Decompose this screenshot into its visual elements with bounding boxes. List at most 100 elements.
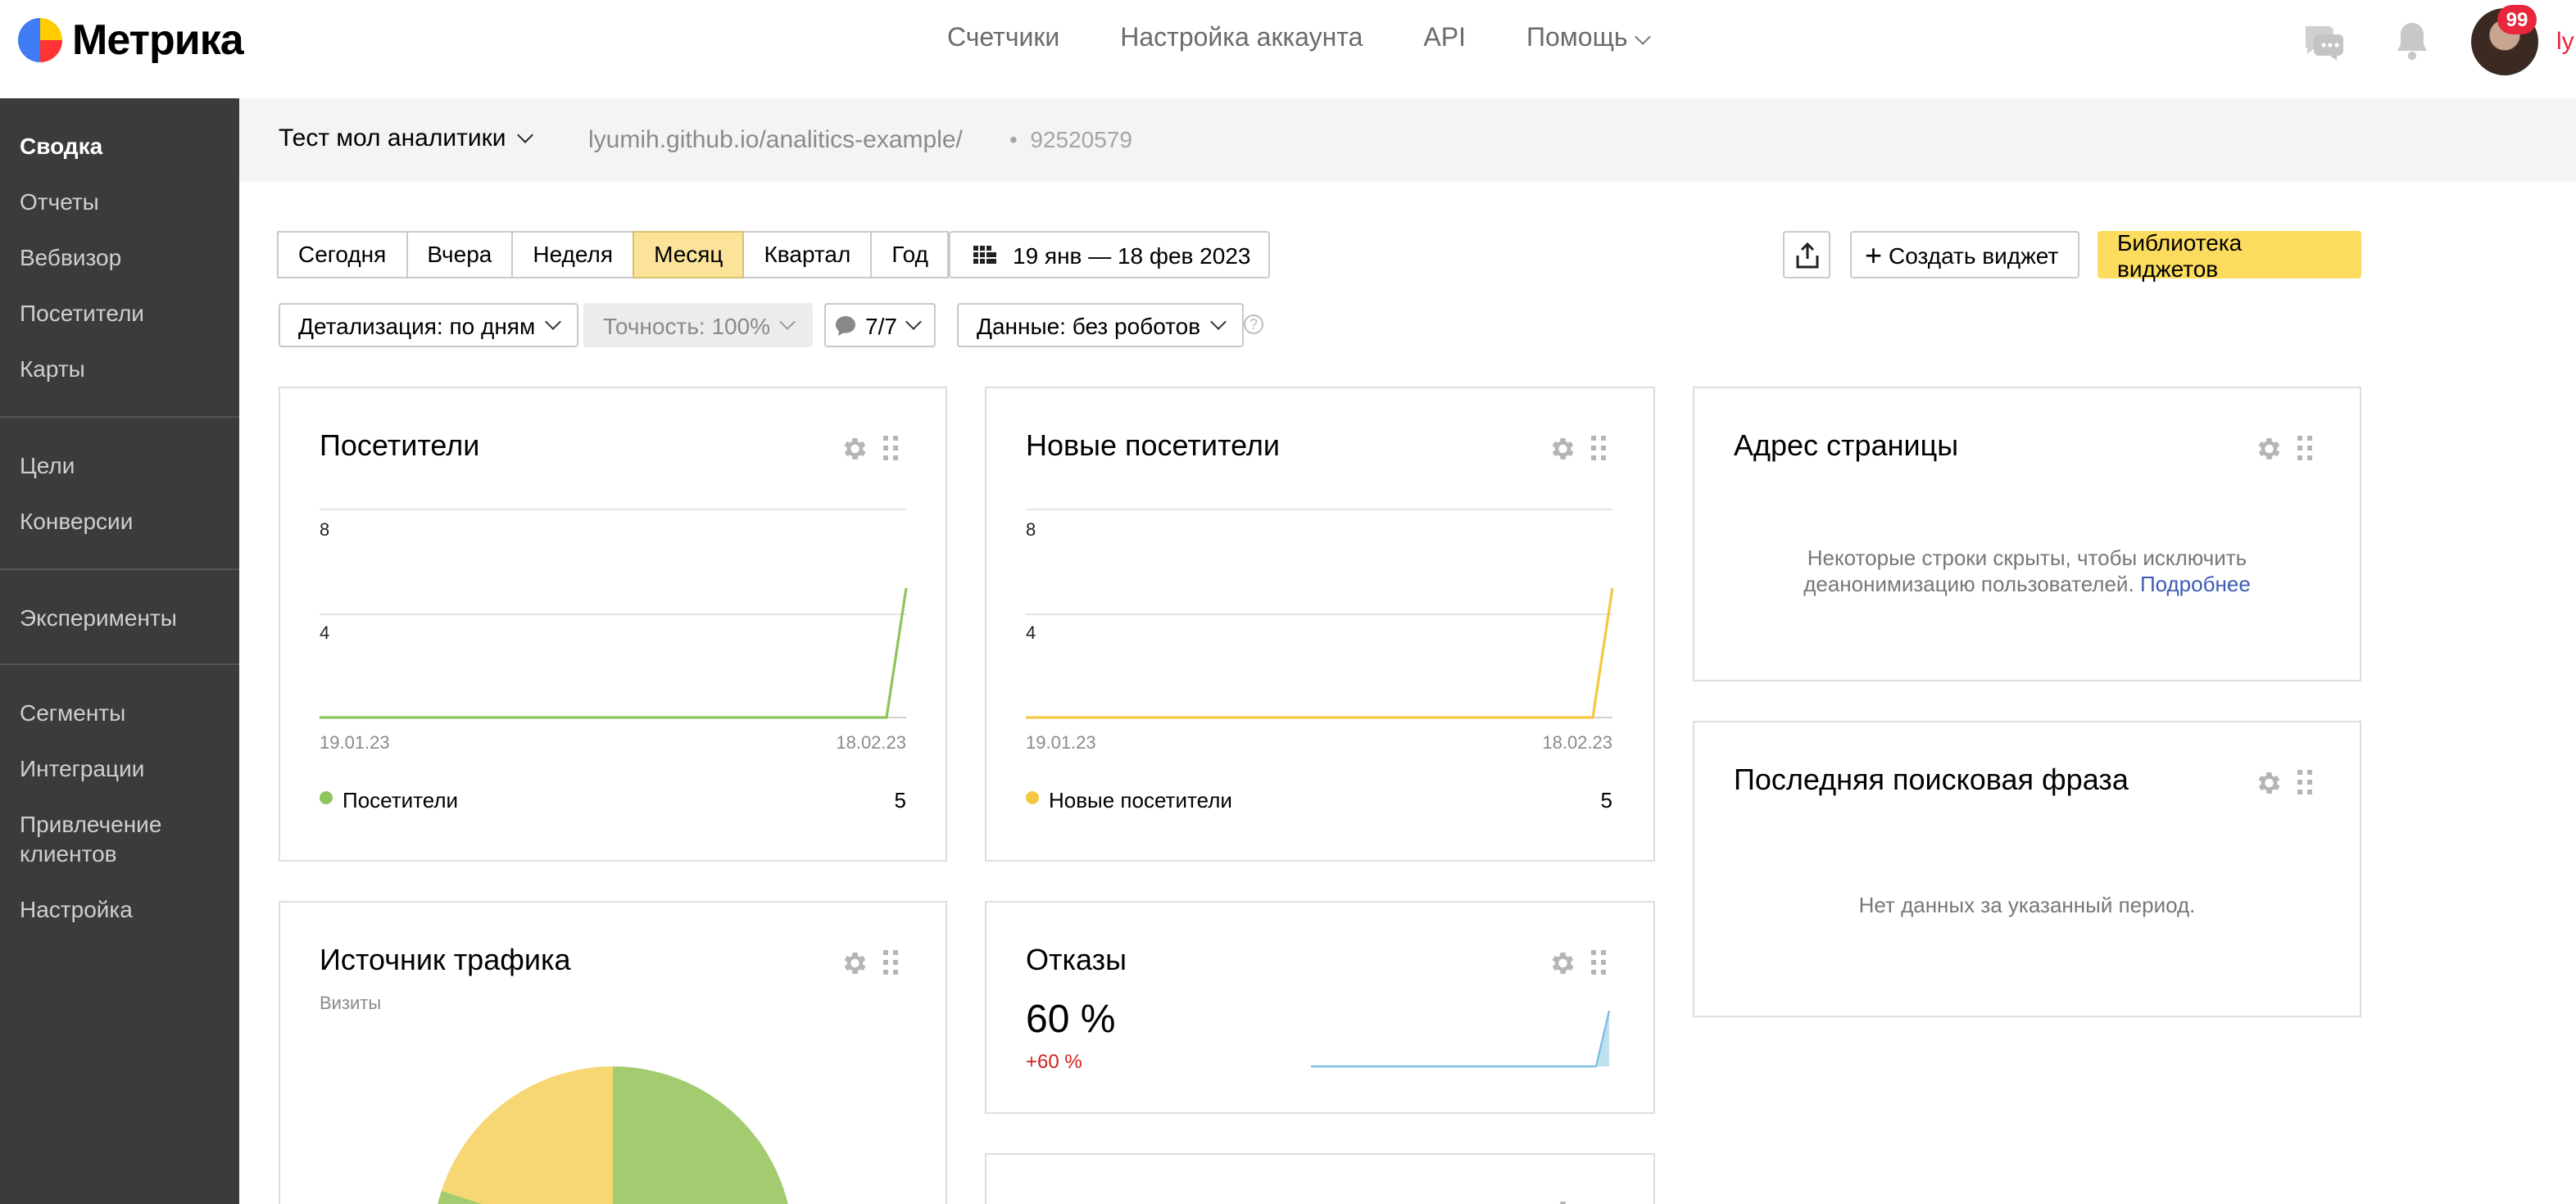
pie-slice-green[interactable] bbox=[613, 1066, 793, 1204]
segments-dropdown[interactable]: 7/7 bbox=[824, 303, 937, 347]
widget-tools bbox=[2253, 768, 2314, 798]
nav-counters[interactable]: Счетчики bbox=[947, 25, 1059, 54]
sidebar-item-segments[interactable]: Сегменты bbox=[20, 698, 233, 727]
sidebar-item-maps[interactable]: Карты bbox=[20, 354, 233, 383]
help-icon[interactable]: ? bbox=[1244, 315, 1263, 334]
chevron-down-icon bbox=[1635, 28, 1652, 44]
period-today[interactable]: Сегодня bbox=[277, 231, 408, 278]
bounce-delta: +60 % bbox=[1026, 1050, 1082, 1073]
top-nav: Счетчики Настройка аккаунта API Помощь bbox=[947, 25, 1710, 54]
drag-handle-icon[interactable] bbox=[1591, 436, 1608, 462]
logo-text: Метрика bbox=[72, 14, 244, 63]
privacy-note-line1: Некоторые строки скрыты, чтобы исключить bbox=[1807, 545, 2247, 570]
accuracy-dropdown[interactable]: Точность: 100% bbox=[583, 303, 814, 347]
gear-icon[interactable] bbox=[839, 434, 868, 464]
legend-label: Посетители bbox=[342, 788, 459, 812]
data-filter-dropdown[interactable]: Данные: без роботов bbox=[957, 303, 1244, 347]
sidebar: Сводка Отчеты Вебвизор Посетители Карты … bbox=[0, 98, 239, 1204]
legend-label: Новые посетители bbox=[1049, 788, 1232, 812]
x-tick-label: 19.01.23 bbox=[1026, 732, 1096, 753]
sidebar-item-client-acquisition[interactable]: Привлечение клиентов bbox=[20, 809, 200, 868]
date-range-picker[interactable]: 19 янв — 18 фев 2023 bbox=[949, 231, 1271, 278]
export-button[interactable] bbox=[1783, 231, 1830, 278]
detail-label: Детализация: по дням bbox=[298, 312, 536, 338]
comment-icon bbox=[836, 315, 855, 335]
gear-icon[interactable] bbox=[2253, 434, 2283, 464]
nav-account-settings[interactable]: Настройка аккаунта bbox=[1120, 25, 1363, 54]
detail-dropdown[interactable]: Детализация: по дням bbox=[279, 303, 578, 347]
legend-dot bbox=[1026, 791, 1039, 804]
period-month[interactable]: Месяц bbox=[633, 231, 745, 278]
sidebar-divider bbox=[0, 416, 239, 418]
sidebar-item-settings[interactable]: Настройка bbox=[20, 894, 233, 924]
legend-item[interactable]: Новые посетители 5 bbox=[1026, 788, 1612, 812]
pie-slice-yellow[interactable] bbox=[441, 1066, 613, 1204]
widget-new-visitors: Новые посетители 8 4 19.01.23 18.02.23 Н… bbox=[985, 387, 1655, 862]
accuracy-label: Точность: 100% bbox=[603, 312, 771, 338]
x-tick-label: 18.02.23 bbox=[1542, 732, 1612, 753]
counter-url[interactable]: lyumih.github.io/analitics-example/ bbox=[588, 126, 963, 154]
gear-icon[interactable] bbox=[1547, 1197, 1576, 1204]
widget-title[interactable]: Посетители bbox=[320, 429, 479, 464]
visitors-series-line bbox=[320, 587, 908, 719]
user-login-cut[interactable]: ly bbox=[2556, 28, 2574, 56]
visitors-chart[interactable]: 8 4 19.01.23 18.02.23 bbox=[320, 503, 909, 765]
widget-library-button[interactable]: Библиотека виджетов bbox=[2098, 229, 2361, 281]
legend-item[interactable]: Посетители 5 bbox=[320, 788, 906, 812]
plus-icon: + bbox=[1865, 238, 1883, 271]
sparkline-line bbox=[1311, 1010, 1611, 1068]
more-info-link[interactable]: Подробнее bbox=[2140, 572, 2251, 596]
bounce-value: 60 % bbox=[1026, 998, 1116, 1042]
metrika-logo[interactable]: Метрика bbox=[18, 14, 244, 63]
chevron-down-icon bbox=[779, 314, 796, 330]
segments-count: 7/7 bbox=[865, 312, 897, 338]
period-week[interactable]: Неделя bbox=[511, 231, 635, 278]
drag-handle-icon[interactable] bbox=[883, 436, 900, 462]
sidebar-item-conversions[interactable]: Конверсии bbox=[20, 506, 233, 536]
traffic-pie-chart[interactable] bbox=[280, 903, 947, 1204]
widget-page-address: Адрес страницы Некоторые строки скрыты, … bbox=[1693, 387, 2361, 681]
sidebar-item-goals[interactable]: Цели bbox=[20, 450, 233, 480]
counter-id: • 92520579 bbox=[1009, 126, 1132, 152]
sparkline-area bbox=[1311, 1011, 1609, 1066]
sidebar-item-reports[interactable]: Отчеты bbox=[20, 187, 233, 216]
widget-title[interactable]: Адрес страницы bbox=[1734, 429, 1958, 464]
widget-title[interactable]: Последняя поисковая фраза bbox=[1734, 763, 2129, 798]
create-widget-button[interactable]: + Создать виджет bbox=[1850, 231, 2080, 278]
sidebar-item-visitors[interactable]: Посетители bbox=[20, 298, 233, 328]
bounce-sparkline[interactable] bbox=[1311, 1004, 1614, 1070]
create-widget-label: Создать виджет bbox=[1889, 242, 2059, 268]
new-visitors-chart[interactable]: 8 4 19.01.23 18.02.23 bbox=[1026, 503, 1616, 765]
notifications-badge: 99 bbox=[2497, 5, 2537, 34]
sidebar-item-webvisor[interactable]: Вебвизор bbox=[20, 242, 233, 272]
widget-title[interactable]: Новые посетители bbox=[1026, 429, 1280, 464]
gear-icon[interactable] bbox=[1547, 434, 1576, 464]
x-tick-label: 18.02.23 bbox=[836, 732, 906, 753]
nav-help[interactable]: Помощь bbox=[1526, 25, 1652, 54]
widget-title[interactable]: Отказы bbox=[1026, 944, 1127, 978]
chat-icon[interactable] bbox=[2301, 20, 2347, 62]
period-quarter[interactable]: Квартал bbox=[742, 231, 873, 278]
gear-icon[interactable] bbox=[1547, 948, 1576, 978]
x-tick-label: 19.01.23 bbox=[320, 732, 390, 753]
share-icon bbox=[1795, 242, 1818, 268]
period-year[interactable]: Год bbox=[870, 231, 950, 278]
widget-tools bbox=[1547, 434, 1608, 464]
drag-handle-icon[interactable] bbox=[2297, 436, 2314, 462]
widget-tools bbox=[1547, 948, 1608, 978]
sidebar-item-integrations[interactable]: Интеграции bbox=[20, 754, 233, 783]
sidebar-item-summary[interactable]: Сводка bbox=[20, 131, 233, 161]
chevron-down-icon bbox=[906, 314, 923, 330]
period-yesterday[interactable]: Вчера bbox=[406, 231, 514, 278]
y-tick-label: 4 bbox=[1026, 622, 1036, 643]
sidebar-item-experiments[interactable]: Эксперименты bbox=[20, 603, 233, 632]
widget-tools bbox=[839, 434, 900, 464]
nav-api[interactable]: API bbox=[1423, 25, 1466, 54]
counter-selector[interactable]: Тест мол аналитики bbox=[279, 124, 533, 152]
drag-handle-icon[interactable] bbox=[2297, 770, 2314, 796]
gear-icon[interactable] bbox=[2253, 768, 2283, 798]
bell-icon[interactable] bbox=[2394, 20, 2430, 62]
counter-id-separator: • bbox=[1009, 126, 1018, 152]
drag-handle-icon[interactable] bbox=[1591, 950, 1608, 976]
chevron-down-icon bbox=[544, 314, 561, 330]
